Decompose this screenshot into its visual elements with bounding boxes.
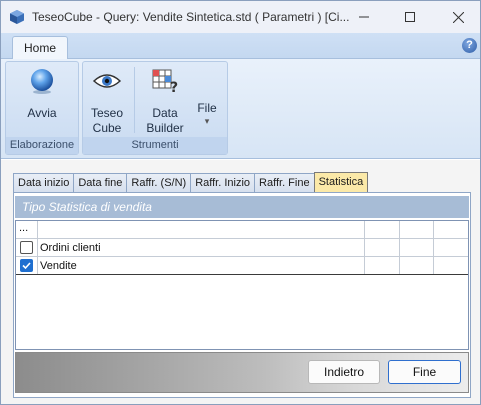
avvia-button[interactable]: Avvia <box>11 67 73 121</box>
grid-col-line <box>399 221 400 274</box>
data-builder-label-2: Builder <box>146 121 184 135</box>
maximize-button[interactable] <box>387 1 433 33</box>
group-label-strumenti: Strumenti <box>83 137 227 154</box>
row-label-vendite: Vendite <box>40 260 77 272</box>
tab-raffr-fine[interactable]: Raffr. Fine <box>254 173 314 193</box>
tab-data-fine[interactable]: Data fine <box>73 173 127 193</box>
indietro-button[interactable]: Indietro <box>308 360 380 384</box>
grid-col-line <box>37 221 38 274</box>
avvia-label: Avvia <box>27 106 57 120</box>
checkmark-icon <box>22 262 31 270</box>
teseocube-app-icon <box>9 9 25 25</box>
blue-orb-icon <box>31 69 53 94</box>
svg-text:?: ? <box>170 80 178 95</box>
window-title: TeseoCube - Query: Vendite Sintetica.std… <box>32 10 350 24</box>
close-button[interactable] <box>435 1 480 33</box>
dropdown-arrow-icon: ▾ <box>204 116 210 126</box>
grid-col-line <box>433 221 434 274</box>
grid-col-line <box>364 221 365 274</box>
checkbox-vendite[interactable] <box>20 259 33 272</box>
grid-row-line <box>16 274 468 275</box>
data-builder-button[interactable]: ? Data Builder <box>141 67 189 136</box>
file-label: File <box>197 101 217 115</box>
tab-raffr-sn[interactable]: Raffr. (S/N) <box>126 173 191 193</box>
teseo-cube-button[interactable]: Teseo Cube <box>85 67 129 136</box>
grid-row-line <box>16 238 468 239</box>
ribbon-tab-bar: Home <box>1 33 480 60</box>
close-icon <box>452 11 464 23</box>
app-window: TeseoCube - Query: Vendite Sintetica.std… <box>0 0 481 405</box>
help-icon[interactable]: ? <box>462 38 477 53</box>
tab-statistica[interactable]: Statistica <box>313 172 369 193</box>
checkbox-ordini-clienti[interactable] <box>20 241 33 254</box>
eye-icon <box>92 74 122 88</box>
tab-raffr-inizio[interactable]: Raffr. Inizio <box>190 173 255 193</box>
ribbon-tab-home[interactable]: Home <box>12 36 68 60</box>
fine-button[interactable]: Fine <box>388 360 461 384</box>
grid-header-cell: ... <box>19 222 29 234</box>
ribbon-separator <box>134 67 135 133</box>
minimize-icon <box>359 16 369 18</box>
group-label-elaborazione: Elaborazione <box>6 137 78 154</box>
tab-data-inizio[interactable]: Data inizio <box>13 173 74 193</box>
teseo-cube-label-1: Teseo <box>90 106 124 120</box>
maximize-icon <box>405 12 415 22</box>
file-dropdown-button[interactable]: File ▾ <box>193 101 221 126</box>
data-builder-label-1: Data <box>152 106 178 120</box>
parameter-tabs: Data inizio Data fine Raffr. (S/N) Raffr… <box>13 172 369 193</box>
title-bar: TeseoCube - Query: Vendite Sintetica.std… <box>1 1 480 33</box>
statistica-grid: ... Ordini clienti Vendite <box>15 220 469 350</box>
teseo-cube-label-2: Cube <box>92 121 122 135</box>
panel-header: Tipo Statistica di vendita <box>15 196 469 218</box>
grid-row-line <box>16 256 468 257</box>
row-label-ordini-clienti: Ordini clienti <box>40 242 101 254</box>
data-builder-icon: ? <box>152 69 178 96</box>
minimize-button[interactable] <box>341 1 387 33</box>
